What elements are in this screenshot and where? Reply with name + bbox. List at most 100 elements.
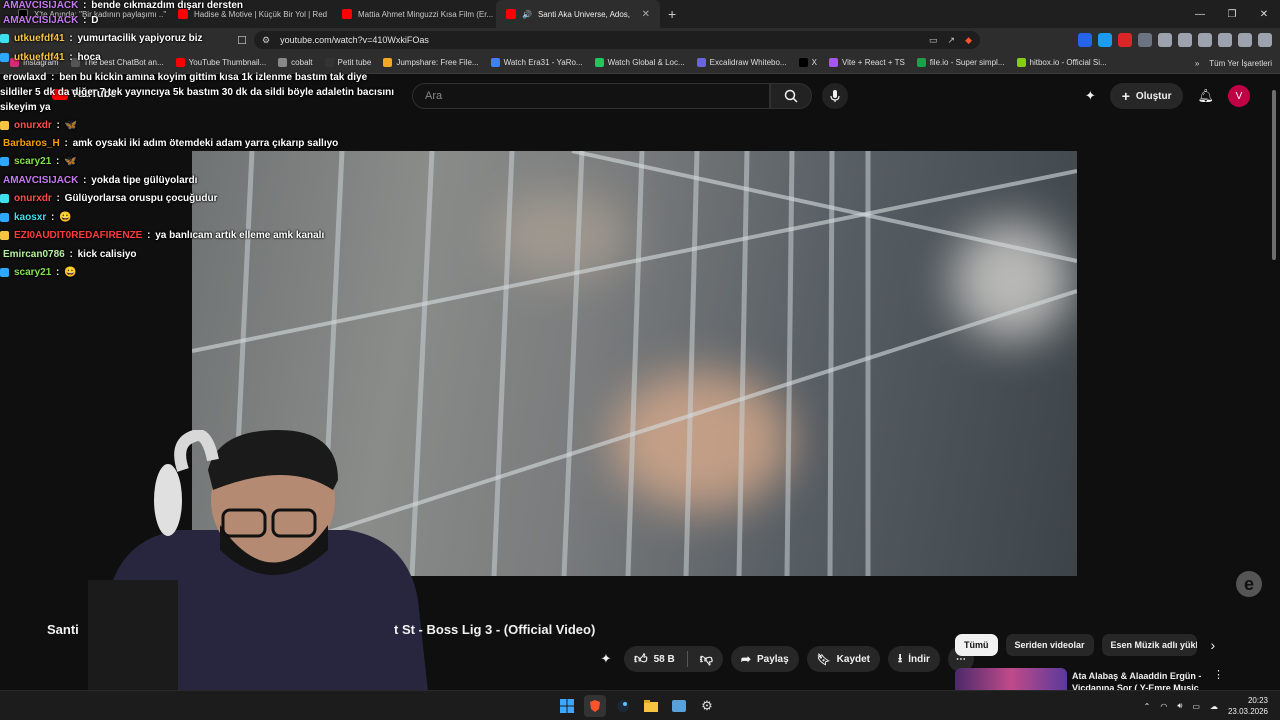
- chip-uploader[interactable]: Esen Müzik adlı yükle: [1101, 634, 1197, 656]
- all-bookmarks-button[interactable]: Tüm Yer İşaretleri: [1209, 59, 1272, 68]
- vpn-icon[interactable]: [1238, 33, 1252, 47]
- bookmark-item[interactable]: file.io - Super simpl...: [911, 58, 1011, 67]
- chevron-right-icon[interactable]: ›: [1211, 637, 1216, 653]
- chat-message: kaosxr : 😀: [0, 212, 72, 223]
- brave-shield-icon[interactable]: ◆: [965, 35, 972, 46]
- bookmark-item[interactable]: Petit tube: [319, 58, 378, 67]
- search-icon: [784, 89, 798, 103]
- chat-username[interactable]: AMAVCISIJACK: [3, 175, 78, 186]
- bookmark-icon[interactable]: ☐: [232, 34, 252, 47]
- music-icon[interactable]: [1218, 33, 1232, 47]
- bookmark-favicon-icon: [175, 58, 185, 67]
- avatar[interactable]: V: [1228, 85, 1250, 107]
- maximize-icon[interactable]: ❐: [1216, 0, 1248, 28]
- share-icon[interactable]: ↗: [948, 35, 956, 46]
- chat-username[interactable]: scary21: [14, 267, 51, 278]
- bookmark-item[interactable]: hitbox.io - Official Si...: [1011, 58, 1113, 67]
- recommendation-filter-chips: Tümü Seriden videolar Esen Müzik adlı yü…: [955, 634, 1215, 656]
- chat-username[interactable]: kaosxr: [14, 212, 46, 223]
- windows-start-icon[interactable]: [556, 695, 578, 717]
- chat-username[interactable]: utkuefdf41: [14, 52, 65, 63]
- chip-all[interactable]: Tümü: [955, 634, 998, 656]
- thumbs-down-icon[interactable]: 👎︎: [700, 651, 713, 667]
- volume-icon[interactable]: 🔊︎: [1177, 701, 1182, 711]
- minimize-icon[interactable]: —: [1184, 0, 1216, 28]
- chat-username[interactable]: Emircan0786: [3, 249, 65, 260]
- chat-username[interactable]: utkuefdf41: [14, 33, 65, 44]
- close-tab-icon[interactable]: ✕: [642, 9, 650, 20]
- notifications-bell-icon[interactable]: 🔔︎: [1197, 88, 1214, 104]
- menu-icon[interactable]: [1258, 33, 1272, 47]
- chat-separator: :: [80, 175, 90, 186]
- bookmark-item[interactable]: Excalidraw Whitebo...: [691, 58, 793, 67]
- cloud-icon[interactable]: ☁: [1210, 702, 1218, 711]
- chat-separator: :: [66, 249, 76, 260]
- recommended-video[interactable]: Ata Alabaş & Alaaddin Ergün - Vicdanına …: [955, 666, 1225, 693]
- chat-username[interactable]: EZI0AUDIT0REDAFIRENZE: [14, 230, 142, 241]
- chevron-up-icon[interactable]: ⌃: [1144, 702, 1151, 711]
- create-button[interactable]: + Oluştur: [1109, 83, 1184, 109]
- clock[interactable]: 20:23 23.03.2026: [1228, 695, 1268, 717]
- bookmark-item[interactable]: YouTube Thumbnail...: [170, 58, 273, 67]
- search-input[interactable]: Ara: [412, 83, 770, 109]
- ai-sparkle-icon[interactable]: ✦: [1085, 88, 1096, 104]
- bookmark-item[interactable]: cobalt: [272, 58, 318, 67]
- streamer-silhouette: [88, 430, 428, 692]
- chat-badge-icon: [0, 268, 9, 277]
- page-scrollbar[interactable]: [1272, 90, 1276, 260]
- search-button[interactable]: [770, 83, 812, 109]
- address-bar[interactable]: ⚙ youtube.com/watch?v=410WxkiFOas ▭ ↗ ◆: [254, 31, 980, 49]
- extension-icon[interactable]: [1078, 33, 1092, 47]
- share-button[interactable]: ➦ Paylaş: [730, 646, 799, 672]
- sidebar-icon[interactable]: [1198, 33, 1212, 47]
- bookmark-label: cobalt: [291, 58, 313, 67]
- new-tab-button[interactable]: +: [660, 6, 684, 22]
- chat-separator: :: [144, 230, 154, 241]
- screenshot-tool-icon[interactable]: [668, 695, 690, 717]
- browser-tab-active[interactable]: 🔊 Santi Aka Universe, Ados, At... ✕: [496, 0, 660, 28]
- video-thumbnail: [955, 668, 1067, 690]
- puzzle-icon[interactable]: [1178, 33, 1192, 47]
- close-window-icon[interactable]: ✕: [1248, 0, 1280, 28]
- file-explorer-icon[interactable]: [640, 695, 662, 717]
- more-bookmarks-button[interactable]: »: [1195, 59, 1199, 68]
- extension-icon[interactable]: [1158, 33, 1172, 47]
- extension-icon[interactable]: [1138, 33, 1152, 47]
- chat-text: amk oysaki iki adım ötemdeki adam yarra …: [72, 138, 339, 149]
- bookmark-item[interactable]: Watch Global & Loc...: [589, 58, 691, 67]
- save-button[interactable]: 🔖︎ Kaydet: [806, 646, 881, 672]
- site-settings-icon[interactable]: ⚙: [262, 35, 270, 46]
- chat-message: scary21 : 😀: [0, 267, 77, 278]
- like-button[interactable]: 👍︎ 58 B 👎︎: [624, 646, 723, 672]
- chat-username[interactable]: AMAVCISIJACK: [3, 15, 78, 26]
- steam-icon[interactable]: [612, 695, 634, 717]
- brave-browser-icon[interactable]: [584, 695, 606, 717]
- channel-watermark-logo[interactable]: e: [1236, 571, 1262, 597]
- create-label: Oluştur: [1135, 90, 1172, 102]
- kebab-menu-icon[interactable]: ⋮: [1213, 668, 1224, 681]
- bookmark-item[interactable]: Vite + React + TS: [823, 58, 911, 67]
- chat-username[interactable]: scary21: [14, 156, 51, 167]
- chip-series[interactable]: Seriden videolar: [1005, 634, 1094, 656]
- header-actions: ✦ + Oluştur 🔔︎ V: [1085, 83, 1250, 109]
- settings-gear-icon[interactable]: ⚙: [696, 695, 718, 717]
- wifi-icon[interactable]: ◠: [1160, 702, 1167, 711]
- chat-username[interactable]: onurxdr: [14, 193, 52, 204]
- bookmark-item[interactable]: X: [793, 58, 823, 67]
- bookmark-item[interactable]: Watch Era31 - YaRo...: [485, 58, 589, 67]
- download-button[interactable]: ⭳ İndir: [888, 646, 940, 672]
- chat-username[interactable]: erowlaxd: [3, 72, 46, 83]
- browser-tab-2[interactable]: Mattia Ahmet Minguzzi Kısa Film (Er...: [332, 0, 496, 28]
- chat-text: ben bu kickin amına koyim gittim kısa 1k…: [59, 72, 368, 83]
- chat-username[interactable]: AMAVCISIJACK: [3, 0, 78, 11]
- voice-search-button[interactable]: [822, 83, 848, 109]
- extension-icon[interactable]: [1118, 33, 1132, 47]
- cast-icon[interactable]: ▭: [929, 35, 938, 46]
- chat-username[interactable]: Barbaros_H: [3, 138, 60, 149]
- chat-username[interactable]: onurxdr: [14, 120, 52, 131]
- extension-icon[interactable]: [1098, 33, 1112, 47]
- ai-sparkle-icon[interactable]: ✦: [596, 651, 616, 667]
- bookmark-item[interactable]: Jumpshare: Free File...: [377, 58, 484, 67]
- chat-message: AMAVCISIJACK : bende cıkmazdım dışarı de…: [0, 0, 243, 11]
- display-icon[interactable]: ▭: [1192, 702, 1200, 711]
